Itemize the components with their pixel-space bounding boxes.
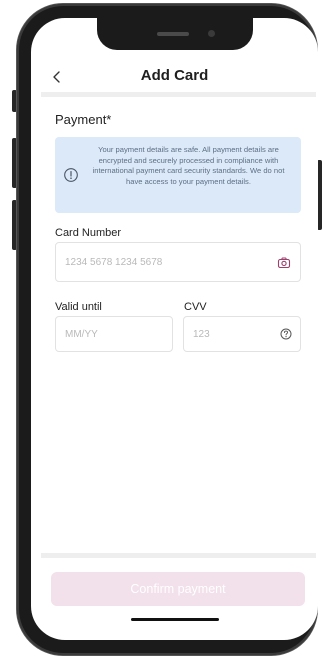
card-number-label: Card Number (55, 227, 122, 239)
header-divider (41, 92, 316, 97)
help-circle-icon[interactable] (279, 327, 293, 341)
page: Add Card Payment* Your payment details a… (0, 0, 334, 659)
speaker-grille (157, 32, 189, 36)
info-circle-icon (64, 168, 78, 182)
valid-until-field[interactable] (55, 316, 173, 352)
card-number-field[interactable] (55, 242, 301, 282)
confirm-payment-button[interactable]: Confirm payment (51, 572, 305, 606)
cvv-label: CVV (184, 301, 207, 313)
notch (97, 18, 253, 50)
security-info-box: Your payment details are safe. All payme… (55, 137, 301, 213)
home-indicator (131, 618, 219, 621)
security-info-text: Your payment details are safe. All payme… (92, 145, 285, 186)
page-title: Add Card (140, 67, 209, 84)
card-number-input[interactable] (65, 243, 265, 281)
footer-divider (41, 553, 316, 558)
valid-until-label: Valid until (55, 301, 102, 313)
camera-icon[interactable] (277, 256, 291, 270)
phone-screen: Add Card Payment* Your payment details a… (31, 18, 318, 640)
cvv-field[interactable] (183, 316, 301, 352)
cvv-input[interactable] (193, 317, 273, 351)
payment-section-title: Payment* (55, 112, 112, 127)
header: Add Card (31, 62, 318, 92)
front-camera (208, 30, 215, 37)
valid-until-input[interactable] (65, 317, 165, 351)
